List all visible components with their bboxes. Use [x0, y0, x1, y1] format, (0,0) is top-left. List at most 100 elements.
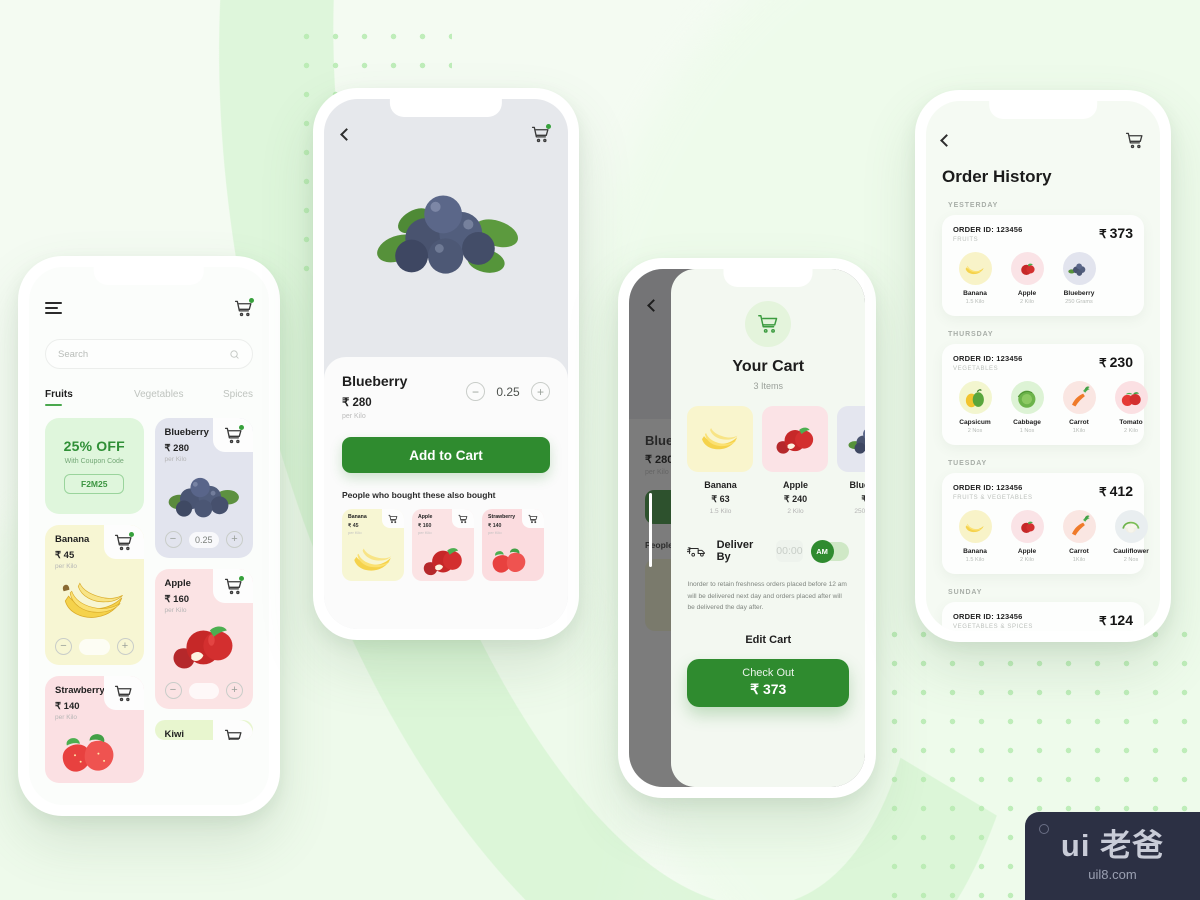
- page-title: Order History: [942, 167, 1052, 186]
- order-id: ORDER ID: 123456: [953, 225, 1023, 234]
- checkout-button[interactable]: Check Out ₹ 373: [687, 658, 849, 707]
- minus-button[interactable]: −: [164, 531, 182, 548]
- add-to-cart-button[interactable]: [382, 509, 404, 528]
- delivery-time-input[interactable]: 00:00: [776, 540, 803, 562]
- list-item[interactable]: Blueberry ₹ 70 250 Grams: [837, 406, 865, 515]
- list-item: Cabbage 1 Nos: [1005, 381, 1049, 434]
- product-unit: per Kilo: [164, 456, 187, 463]
- product-qty: 1Kilo: [1072, 557, 1086, 563]
- minus-button[interactable]: −: [466, 382, 485, 401]
- quantity-stepper[interactable]: − +: [155, 676, 254, 709]
- add-to-cart-button[interactable]: [103, 525, 144, 559]
- also-bought-title: People who bought these also bought: [342, 490, 496, 500]
- list-item[interactable]: Apple ₹ 160 per Kilo: [412, 509, 474, 581]
- list-item[interactable]: Banana ₹ 45 per Kilo: [342, 509, 404, 581]
- product-card-kiwi[interactable]: Kiwi: [154, 720, 253, 740]
- quantity-value[interactable]: [188, 682, 219, 699]
- phone-notch: [93, 267, 205, 285]
- ampm-toggle[interactable]: AM: [810, 539, 849, 563]
- order-day-label: SUNDAY: [948, 589, 983, 596]
- add-to-cart-button[interactable]: Add to Cart: [342, 437, 550, 473]
- cart-icon[interactable]: [528, 514, 538, 524]
- promo-code[interactable]: F2M25: [64, 474, 125, 494]
- cart-icon[interactable]: [1125, 131, 1144, 150]
- product-card-apple[interactable]: Apple ₹ 160 per Kilo − +: [154, 569, 254, 709]
- tab-vegetables[interactable]: Vegetables: [134, 389, 223, 406]
- blueberry-image: [324, 144, 568, 322]
- list-item: Banana 1.5 Kilo: [953, 252, 997, 305]
- blueberry-image: [155, 463, 254, 525]
- plus-button[interactable]: +: [531, 382, 550, 401]
- order-card[interactable]: ORDER ID: 123456 VEGETABLES & SPICES ₹12…: [942, 602, 1144, 631]
- apple-image: [1010, 252, 1044, 285]
- quantity-stepper[interactable]: − 0.25 +: [155, 525, 254, 558]
- chevron-left-icon[interactable]: [940, 133, 953, 147]
- quantity-stepper[interactable]: − +: [45, 632, 144, 665]
- category-tabs: Fruits Vegetables Spices: [45, 389, 253, 407]
- cart-icon[interactable]: [234, 297, 254, 318]
- currency-symbol: ₹: [1099, 485, 1107, 499]
- add-to-cart-button[interactable]: [213, 569, 253, 603]
- product-grid: 25% OFF With Coupon Code F2M25 Banana ₹: [45, 418, 253, 787]
- cart-icon[interactable]: [388, 514, 398, 524]
- cart-icon[interactable]: [224, 728, 243, 740]
- add-to-cart-button[interactable]: [213, 418, 253, 452]
- product-qty: 2 Kilo: [1124, 428, 1138, 434]
- order-id: ORDER ID: 123456: [953, 354, 1023, 363]
- freshness-note: Inorder to retain freshness orders place…: [687, 581, 847, 612]
- plus-button[interactable]: +: [226, 682, 243, 699]
- add-to-cart-button[interactable]: [452, 509, 474, 528]
- order-card[interactable]: ORDER ID: 123456 FRUITS ₹373 Banana 1.5 …: [942, 215, 1144, 316]
- add-to-cart-button[interactable]: [522, 509, 544, 528]
- add-to-cart-button[interactable]: [213, 720, 253, 740]
- cart-icon[interactable]: [114, 531, 134, 552]
- cart-icon[interactable]: [458, 514, 468, 524]
- quantity-value[interactable]: [79, 638, 110, 655]
- apple-image: [412, 541, 474, 579]
- page-title: Blueberry: [342, 373, 408, 389]
- list-item[interactable]: Banana ₹ 63 1.5 Kilo: [687, 406, 754, 515]
- catalog-screen: Search Fruits Vegetables Spices 25% OFF …: [29, 267, 269, 805]
- tab-fruits[interactable]: Fruits: [45, 389, 134, 407]
- cart-icon[interactable]: [114, 684, 133, 703]
- plus-button[interactable]: +: [226, 531, 243, 548]
- list-item: Apple 2 Kilo: [1005, 252, 1049, 305]
- quantity-value[interactable]: 0.25: [188, 531, 219, 548]
- product-card-banana[interactable]: Banana ₹ 45 per Kilo − +: [45, 525, 144, 665]
- cart-icon[interactable]: [224, 575, 244, 596]
- quantity-stepper[interactable]: − 0.25 +: [466, 382, 550, 401]
- add-to-cart-button[interactable]: [103, 676, 144, 710]
- plus-button[interactable]: +: [116, 638, 134, 655]
- chevron-left-icon[interactable]: [647, 299, 660, 312]
- promo-card[interactable]: 25% OFF With Coupon Code F2M25: [45, 418, 144, 514]
- edit-cart-button[interactable]: Edit Cart: [687, 634, 849, 646]
- product-qty: 1.5 Kilo: [965, 557, 985, 563]
- search-input[interactable]: Search: [45, 339, 253, 369]
- deliver-by-row: Deliver By 00:00 AM: [687, 539, 849, 563]
- scroll-indicator[interactable]: [649, 493, 652, 567]
- cart-icon[interactable]: [531, 124, 551, 144]
- cart-icon[interactable]: [224, 424, 244, 445]
- product-card-blueberry[interactable]: Blueberry ₹ 280 per Kilo − 0.25 +: [154, 418, 254, 558]
- phone-cart-screen: Blueberry ₹ 280 per Kilo People who boug…: [618, 258, 876, 798]
- product-qty: 2 Kilo: [1020, 557, 1034, 563]
- also-bought-list: Banana ₹ 45 per Kilo Apple ₹ 160 per Kil…: [342, 509, 550, 581]
- order-total: ₹230: [1099, 354, 1133, 370]
- order-card[interactable]: ORDER ID: 123456 FRUITS & VEGETABLES ₹41…: [942, 473, 1149, 574]
- minus-button[interactable]: −: [55, 638, 72, 655]
- product-name: Tomato: [1119, 419, 1143, 426]
- list-item[interactable]: Apple ₹ 240 2 Kilo: [762, 406, 829, 515]
- order-card[interactable]: ORDER ID: 123456 VEGETABLES ₹230 Capsicu…: [942, 344, 1148, 445]
- watermark-badge: ui 老爸 uil8.com: [1025, 812, 1200, 900]
- hamburger-icon[interactable]: [45, 302, 62, 314]
- product-card-strawberry[interactable]: Strawberry ₹ 140 per Kilo: [45, 676, 144, 783]
- order-total-value: 124: [1109, 612, 1133, 628]
- banana-image: [958, 252, 992, 285]
- product-qty: 2 Kilo: [787, 508, 804, 515]
- minus-button[interactable]: −: [164, 682, 182, 699]
- cabbage-image: [1010, 381, 1044, 414]
- detail-sheet: Blueberry ₹ 280 per Kilo − 0.25 + Add to…: [324, 357, 568, 629]
- chevron-left-icon[interactable]: [340, 128, 353, 141]
- list-item[interactable]: Strawberry ₹ 140 per Kilo: [482, 509, 544, 581]
- tab-spices[interactable]: Spices: [223, 389, 253, 406]
